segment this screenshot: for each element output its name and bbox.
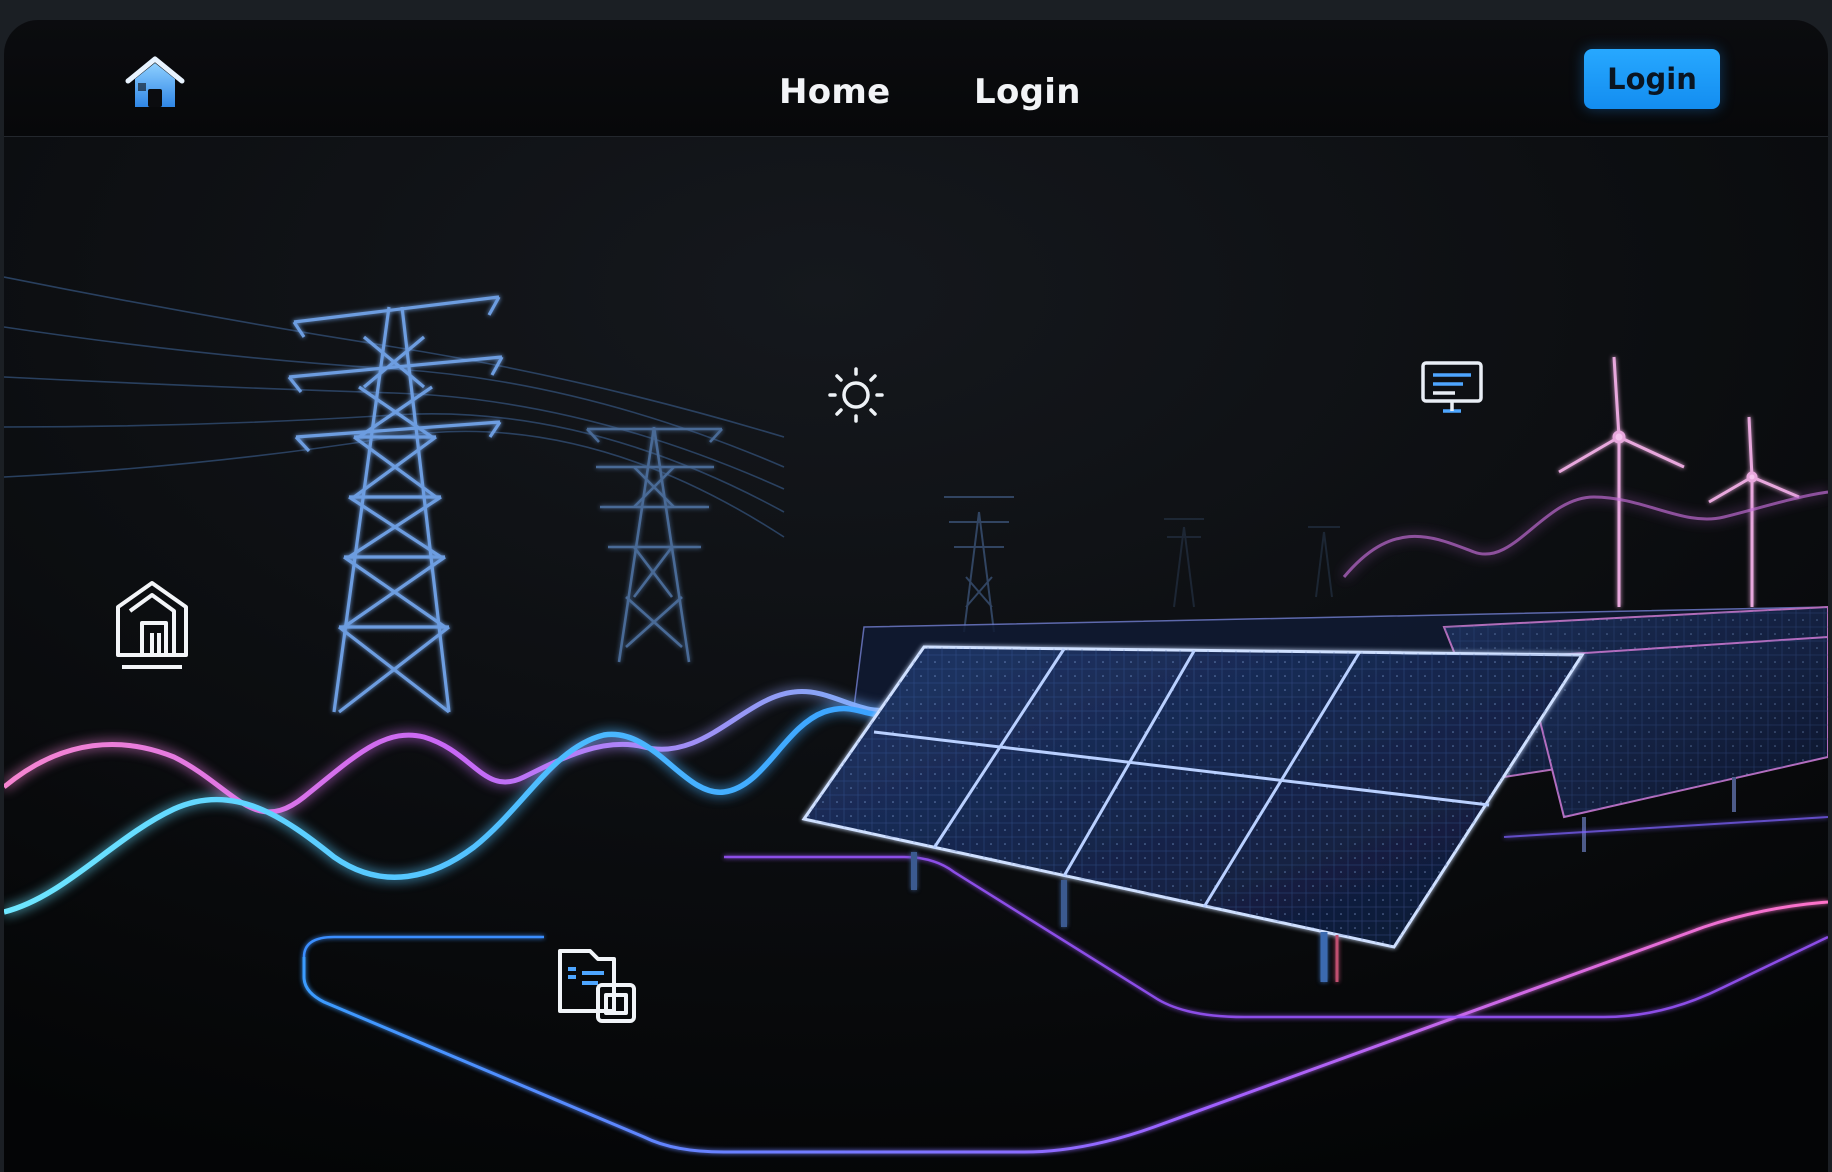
monitor-icon [1419, 359, 1489, 423]
nav-link-login[interactable]: Login [974, 72, 1081, 112]
login-button[interactable]: Login [1584, 49, 1720, 109]
app-window: Home Login Login [4, 20, 1828, 1172]
documents-icon [554, 945, 644, 1029]
energy-landscape-graphic [4, 137, 1828, 1172]
sun-icon [826, 365, 892, 431]
building-icon [112, 577, 198, 677]
hero-illustration [4, 137, 1828, 1172]
top-navigation-bar: Home Login Login [4, 20, 1828, 137]
home-icon[interactable] [120, 48, 190, 118]
nav-link-home[interactable]: Home [779, 72, 891, 112]
